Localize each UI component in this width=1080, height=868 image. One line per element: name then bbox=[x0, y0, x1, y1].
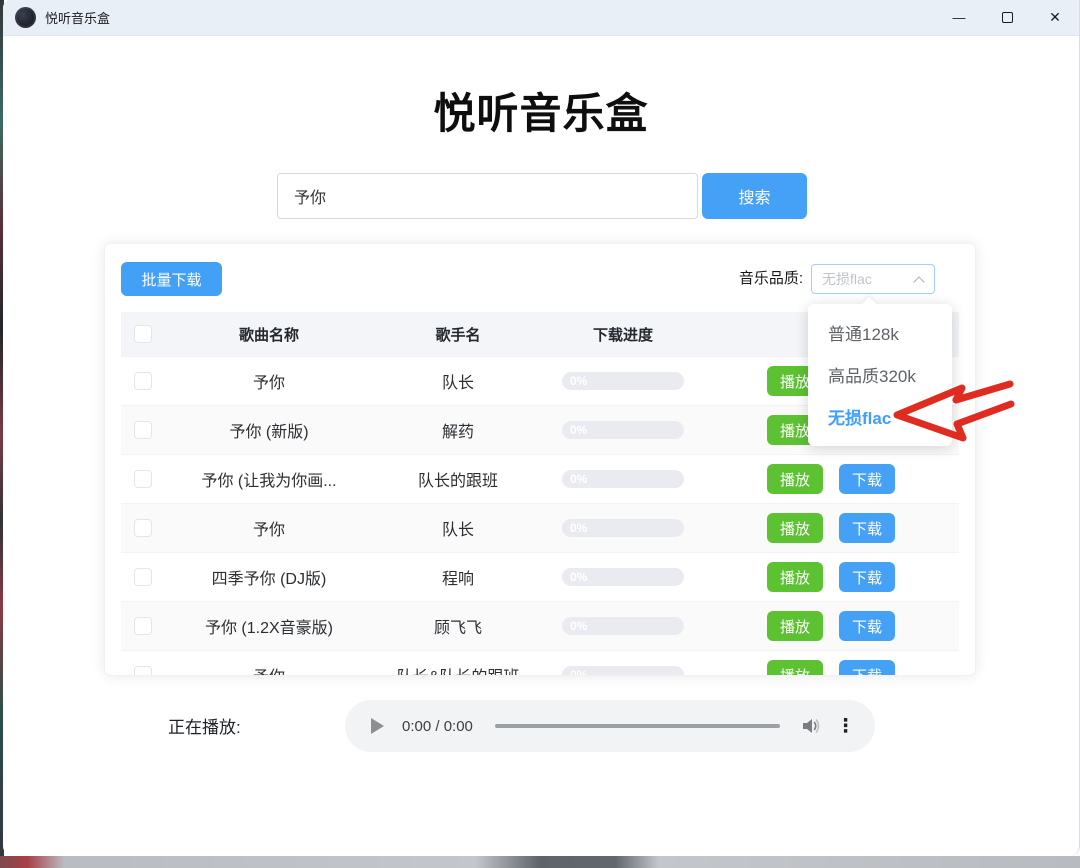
artist-name: 程响 bbox=[373, 565, 543, 589]
table-row: 四季予你 (DJ版) 程响 0% 播放 下载 bbox=[121, 552, 959, 601]
table-row: 予你 队长 0% 播放 下载 bbox=[121, 503, 959, 552]
col-header-artist: 歌手名 bbox=[373, 324, 543, 345]
download-button[interactable]: 下载 bbox=[839, 660, 895, 676]
app-window: 悦听音乐盒 — ✕ 悦听音乐盒 搜索 批量下载 音乐品质: 无损flac bbox=[3, 0, 1080, 856]
maximize-button[interactable] bbox=[983, 0, 1031, 36]
screen: 悦听音乐盒 — ✕ 悦听音乐盒 搜索 批量下载 音乐品质: 无损flac bbox=[0, 0, 1080, 868]
progress-bar: 0% bbox=[562, 372, 684, 390]
song-name: 予你 bbox=[165, 516, 373, 540]
song-name: 四季予你 (DJ版) bbox=[165, 565, 373, 589]
dropdown-option-128k[interactable]: 普通128k bbox=[808, 314, 952, 356]
progress-bar: 0% bbox=[562, 617, 684, 635]
download-button[interactable]: 下载 bbox=[839, 464, 895, 494]
quality-selected-value: 无损flac bbox=[812, 269, 872, 289]
quality-dropdown-menu: 普通128k 高品质320k 无损flac bbox=[808, 304, 952, 446]
row-checkbox[interactable] bbox=[134, 519, 152, 537]
table-row: 予你 (1.2X音豪版) 顾飞飞 0% 播放 下载 bbox=[121, 601, 959, 650]
artist-name: 顾飞飞 bbox=[373, 614, 543, 638]
close-button[interactable]: ✕ bbox=[1031, 0, 1079, 36]
dropdown-option-flac[interactable]: 无损flac bbox=[808, 398, 952, 440]
title-bar: 悦听音乐盒 — ✕ bbox=[3, 0, 1079, 36]
song-name: 予你 bbox=[165, 369, 373, 393]
maximize-icon bbox=[1002, 12, 1013, 23]
play-button[interactable]: 播放 bbox=[767, 562, 823, 592]
search-input[interactable] bbox=[277, 173, 698, 219]
window-controls: — ✕ bbox=[935, 0, 1079, 36]
quality-select[interactable]: 无损flac bbox=[811, 264, 935, 294]
play-button[interactable]: 播放 bbox=[767, 513, 823, 543]
play-button[interactable]: 播放 bbox=[767, 611, 823, 641]
select-all-checkbox[interactable] bbox=[134, 325, 152, 343]
row-checkbox[interactable] bbox=[134, 421, 152, 439]
row-checkbox[interactable] bbox=[134, 470, 152, 488]
page-title: 悦听音乐盒 bbox=[3, 80, 1079, 141]
search-button[interactable]: 搜索 bbox=[702, 173, 807, 219]
quality-label: 音乐品质: bbox=[739, 264, 803, 294]
col-header-song: 歌曲名称 bbox=[165, 324, 373, 345]
audio-play-icon[interactable] bbox=[371, 718, 384, 734]
artist-name: 队长 bbox=[373, 516, 543, 540]
now-playing-label: 正在播放: bbox=[168, 713, 241, 738]
desktop-background-strip-bottom bbox=[0, 856, 1080, 868]
app-logo-icon bbox=[15, 7, 36, 28]
batch-download-button[interactable]: 批量下载 bbox=[121, 262, 222, 296]
progress-bar: 0% bbox=[562, 470, 684, 488]
row-checkbox[interactable] bbox=[134, 617, 152, 635]
song-name: 予你 (1.2X音豪版) bbox=[165, 614, 373, 638]
row-checkbox[interactable] bbox=[134, 666, 152, 676]
download-button[interactable]: 下载 bbox=[839, 611, 895, 641]
table-row: 予你 (让我为你画... 队长的跟班 0% 播放 下载 bbox=[121, 454, 959, 503]
progress-bar: 0% bbox=[562, 421, 684, 439]
song-name: 予你 bbox=[165, 663, 373, 676]
audio-more-icon[interactable]: ⋮ bbox=[836, 717, 855, 736]
window-title: 悦听音乐盒 bbox=[45, 8, 110, 27]
chevron-up-icon bbox=[913, 276, 924, 287]
row-checkbox[interactable] bbox=[134, 372, 152, 390]
volume-icon[interactable] bbox=[802, 717, 822, 735]
audio-seek-bar[interactable] bbox=[495, 724, 780, 728]
song-name: 予你 (让我为你画... bbox=[165, 467, 373, 491]
progress-bar: 0% bbox=[562, 568, 684, 586]
play-button[interactable]: 播放 bbox=[767, 660, 823, 676]
download-button[interactable]: 下载 bbox=[839, 513, 895, 543]
dropdown-option-320k[interactable]: 高品质320k bbox=[808, 356, 952, 398]
col-header-progress: 下载进度 bbox=[543, 324, 703, 345]
progress-bar: 0% bbox=[562, 666, 684, 676]
minimize-button[interactable]: — bbox=[935, 0, 983, 36]
song-name: 予你 (新版) bbox=[165, 418, 373, 442]
row-checkbox[interactable] bbox=[134, 568, 152, 586]
audio-time: 0:00 / 0:00 bbox=[402, 718, 473, 735]
artist-name: 队长 bbox=[373, 369, 543, 393]
progress-bar: 0% bbox=[562, 519, 684, 537]
download-button[interactable]: 下载 bbox=[839, 562, 895, 592]
panel-toolbar: 批量下载 音乐品质: 无损flac bbox=[105, 244, 975, 312]
table-row-clipped: 予你 队长&队长的跟班 0% 播放 下载 bbox=[121, 650, 959, 676]
play-button[interactable]: 播放 bbox=[767, 464, 823, 494]
artist-name: 队长&队长的跟班 bbox=[373, 663, 543, 676]
artist-name: 解药 bbox=[373, 418, 543, 442]
audio-player: 0:00 / 0:00 ⋮ bbox=[345, 700, 875, 752]
artist-name: 队长的跟班 bbox=[373, 467, 543, 491]
quality-select-group: 音乐品质: 无损flac bbox=[739, 264, 935, 294]
